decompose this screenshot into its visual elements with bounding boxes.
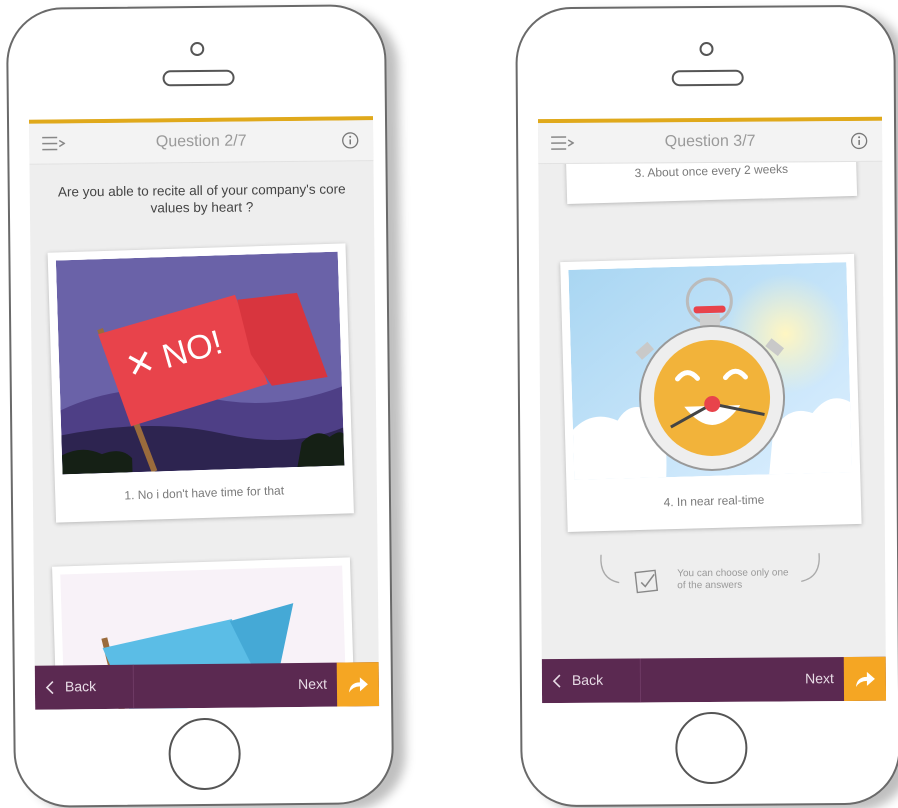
home-button[interactable] bbox=[675, 712, 748, 785]
next-label[interactable]: Next bbox=[805, 670, 834, 686]
chevron-left-icon bbox=[552, 674, 562, 688]
share-arrow-icon bbox=[854, 669, 876, 689]
next-button[interactable] bbox=[337, 662, 379, 706]
speaker-icon bbox=[162, 70, 234, 87]
back-label: Back bbox=[65, 678, 96, 694]
bottom-nav-bar: Back Next bbox=[542, 657, 886, 703]
back-button[interactable]: Back bbox=[542, 658, 641, 703]
answer-caption: 4. In near real-time bbox=[567, 490, 861, 512]
speaker-icon bbox=[672, 70, 744, 87]
bottom-nav-bar: Back Next bbox=[35, 662, 379, 710]
answer-card-4[interactable]: 4. In near real-time bbox=[560, 254, 861, 532]
top-bar: Question 3/7 bbox=[538, 121, 882, 164]
answer-illustration: ✕ NO! bbox=[56, 252, 345, 475]
left-phone: Question 2/7 Are you able to recite all … bbox=[6, 4, 394, 808]
left-screen: Question 2/7 Are you able to recite all … bbox=[29, 116, 379, 710]
top-bar: Question 2/7 bbox=[29, 120, 373, 165]
next-label[interactable]: Next bbox=[298, 676, 327, 692]
question-counter: Question 3/7 bbox=[538, 132, 882, 152]
next-button[interactable] bbox=[844, 657, 886, 701]
hint-text: You can choose only one of the answers bbox=[677, 567, 797, 592]
question-counter: Question 2/7 bbox=[29, 131, 373, 153]
info-icon[interactable] bbox=[850, 132, 868, 150]
info-icon[interactable] bbox=[341, 131, 359, 149]
selection-hint: You can choose only one of the answers bbox=[595, 551, 825, 603]
home-button[interactable] bbox=[168, 718, 241, 791]
share-arrow-icon bbox=[347, 674, 369, 694]
camera-icon bbox=[190, 42, 204, 56]
checkbox-icon bbox=[633, 566, 661, 594]
right-screen: 3. About once every 2 weeks Question 3/7 bbox=[538, 117, 886, 703]
answer-card-1[interactable]: ✕ NO! 1. No i don't have time for that bbox=[48, 243, 354, 522]
right-phone: 3. About once every 2 weeks Question 3/7 bbox=[515, 5, 898, 808]
answer-illustration bbox=[568, 262, 852, 480]
camera-icon bbox=[699, 42, 713, 56]
question-text: Are you able to recite all of your compa… bbox=[44, 180, 360, 217]
back-label: Back bbox=[572, 672, 603, 688]
chevron-left-icon bbox=[45, 681, 55, 695]
back-button[interactable]: Back bbox=[35, 665, 134, 710]
answer-caption: 1. No i don't have time for that bbox=[55, 481, 353, 504]
